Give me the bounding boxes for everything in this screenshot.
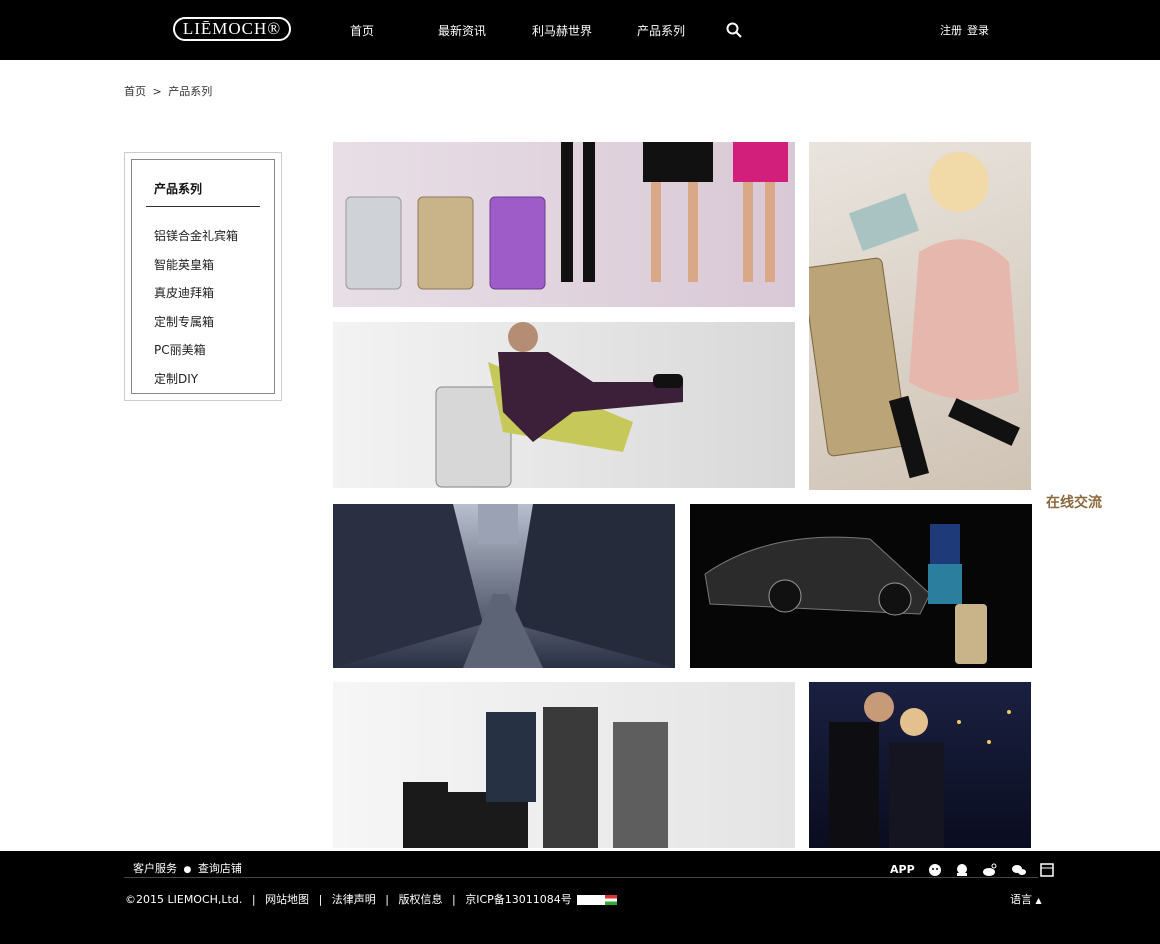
three-men-image	[403, 707, 668, 848]
footer-link-icp[interactable]: 京ICP备13011084号	[465, 893, 572, 906]
sidebar-item-custom[interactable]: 定制专属箱	[154, 313, 214, 330]
product-sidebar: 产品系列 铝镁合金礼宾箱 智能英皇箱 真皮迪拜箱 定制专属箱 PC丽美箱 定制D…	[124, 152, 282, 401]
register-link[interactable]: 注册	[940, 22, 962, 38]
sidebar-item-pc[interactable]: PC丽美箱	[154, 341, 206, 358]
online-chat-link[interactable]: 在线交流	[1046, 492, 1102, 512]
woman-lying-image	[809, 152, 1020, 479]
gallery-tile-city-street[interactable]	[333, 504, 675, 668]
breadcrumb-home[interactable]: 首页	[124, 83, 146, 99]
sidebar-item-diy[interactable]: 定制DIY	[154, 370, 198, 387]
app-label[interactable]: APP	[890, 863, 915, 876]
gallery-tile-luggage-fashion[interactable]	[333, 142, 795, 307]
luggage-fashion-image	[345, 142, 788, 290]
footer-link-sitemap[interactable]: 网站地图	[265, 893, 309, 906]
city-street-image	[333, 504, 675, 668]
footer-link-store-locator[interactable]: 查询店铺	[198, 862, 242, 875]
qq-icon[interactable]	[955, 863, 969, 877]
site-header: LIĒMOCH® 首页 最新资讯 利马赫世界 产品系列 注册 登录	[0, 0, 1160, 60]
sidebar-frame: 产品系列 铝镁合金礼宾箱 智能英皇箱 真皮迪拜箱 定制专属箱 PC丽美箱 定制D…	[131, 159, 275, 394]
supercar-image	[704, 524, 987, 664]
gallery-tile-woman-lying[interactable]	[809, 142, 1031, 490]
icp-badge-icon[interactable]	[577, 895, 618, 905]
gallery-tile-supercar[interactable]	[690, 504, 1032, 668]
gallery-tile-man-chair[interactable]	[333, 322, 795, 488]
copyright-text: ©2015 LIEMOCH,Ltd.	[125, 893, 243, 906]
brand-logo[interactable]: LIĒMOCH®	[173, 17, 291, 41]
login-link[interactable]: 登录	[967, 22, 989, 38]
nav-item-products[interactable]: 产品系列	[637, 22, 685, 39]
chat-bubble-icon[interactable]	[928, 863, 942, 877]
wechat-icon[interactable]	[1011, 863, 1027, 877]
search-icon[interactable]	[726, 22, 742, 38]
man-chair-image	[435, 322, 683, 488]
footer-link-legal[interactable]: 法律声明	[332, 893, 376, 906]
footer-separator: |	[385, 893, 389, 906]
sidebar-title: 产品系列	[154, 182, 203, 196]
sidebar-item-smart[interactable]: 智能英皇箱	[154, 256, 214, 273]
gallery-tile-three-men[interactable]	[333, 682, 795, 848]
breadcrumb-current: 产品系列	[168, 85, 213, 98]
footer-bottom-links: ©2015 LIEMOCH,Ltd. | 网站地图 | 法律声明 | 版权信息 …	[125, 891, 618, 907]
footer-link-copyright-info[interactable]: 版权信息	[399, 893, 443, 906]
footer-social-icons: APP	[890, 859, 1062, 877]
store-icon[interactable]	[1040, 862, 1054, 877]
language-label: 语言	[1010, 893, 1032, 906]
breadcrumb-separator: >	[152, 85, 162, 98]
sidebar-item-leather[interactable]: 真皮迪拜箱	[154, 284, 214, 301]
couple-night-image	[829, 692, 1011, 848]
sidebar-divider	[146, 206, 260, 207]
weibo-icon[interactable]	[982, 863, 998, 877]
footer-bullet: ●	[183, 865, 192, 875]
site-footer: 客户服务 ● 查询店铺 APP ©2015 LIEMOCH,Ltd. | 网站地…	[0, 851, 1160, 944]
footer-separator: |	[318, 893, 323, 906]
footer-separator: |	[452, 893, 456, 906]
sidebar-item-aluminum[interactable]: 铝镁合金礼宾箱	[154, 227, 238, 244]
footer-top-links: 客户服务 ● 查询店铺	[133, 860, 242, 876]
nav-item-home[interactable]: 首页	[350, 22, 374, 39]
language-selector[interactable]: 语言 ▲	[1010, 891, 1042, 907]
footer-divider	[124, 877, 1038, 878]
nav-item-news[interactable]: 最新资讯	[438, 22, 486, 39]
gallery-tile-couple-night[interactable]	[809, 682, 1031, 848]
breadcrumb: 首页 > 产品系列	[124, 83, 212, 99]
footer-separator: |	[251, 893, 256, 906]
caret-up-icon: ▲	[1035, 896, 1042, 905]
nav-item-world[interactable]: 利马赫世界	[532, 22, 592, 39]
footer-link-customer-service[interactable]: 客户服务	[133, 862, 177, 875]
